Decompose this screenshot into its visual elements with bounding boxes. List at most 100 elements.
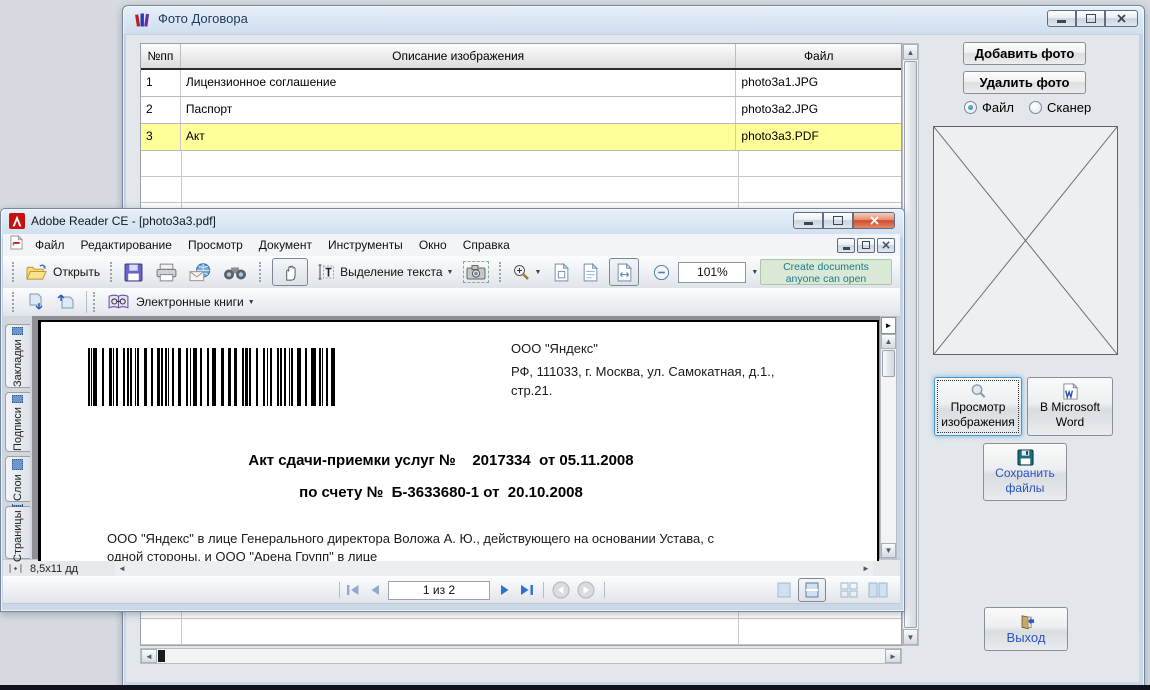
toolbar-grip[interactable] [12, 292, 17, 312]
create-documents-promo[interactable]: Create documents anyone can open [760, 259, 892, 285]
adobe-toolbar-main: Открыть [3, 256, 900, 289]
zoom-level-combo[interactable]: 101% [678, 262, 746, 283]
col-header-num[interactable]: №пп [141, 44, 181, 68]
facing-layout-button[interactable] [868, 582, 888, 598]
fit-page-button[interactable] [582, 263, 599, 282]
page-position-field[interactable]: 1 из 2 [388, 581, 490, 600]
previous-page-button[interactable] [369, 584, 380, 596]
adobe-close-button[interactable] [853, 212, 895, 229]
text-select-tool[interactable]: Выделение текста ▼ [317, 263, 453, 281]
splitter-icon[interactable] [9, 563, 22, 574]
menu-tools[interactable]: Инструменты [320, 235, 411, 255]
menu-view[interactable]: Просмотр [180, 235, 251, 255]
hand-tool-button[interactable] [272, 258, 308, 286]
last-page-button[interactable] [520, 584, 534, 596]
chevron-down-icon[interactable]: ▼ [751, 269, 758, 276]
menu-window[interactable]: Окно [411, 235, 455, 255]
email-button[interactable] [189, 263, 212, 282]
previous-view-button[interactable] [27, 293, 47, 311]
tab-pages[interactable]: Страницы [5, 506, 30, 559]
print-button[interactable] [155, 263, 178, 282]
scrollbar-thumb[interactable] [904, 61, 917, 628]
tab-signatures[interactable]: Подписи [5, 392, 30, 452]
toolbar-grip[interactable] [259, 262, 264, 282]
next-view-circle-button[interactable] [577, 581, 595, 599]
col-header-file[interactable]: Файл [736, 44, 901, 68]
zoom-out-button[interactable] [653, 264, 670, 281]
continuous-facing-layout-button[interactable] [840, 582, 858, 598]
radio-file[interactable] [964, 101, 977, 114]
next-view-button[interactable] [56, 293, 76, 311]
continuous-layout-button[interactable] [798, 578, 826, 602]
toolbar-separator [604, 582, 605, 598]
snapshot-tool-button[interactable] [463, 261, 489, 283]
scroll-right-button[interactable]: ► [885, 649, 901, 663]
scrollbar-thumb[interactable] [158, 650, 165, 662]
menu-file[interactable]: Файл [27, 235, 73, 255]
table-header: №пп Описание изображения Файл [141, 44, 901, 70]
tab-bookmarks[interactable]: Закладки [5, 324, 30, 388]
toolbar-grip[interactable] [93, 292, 98, 312]
previous-view-circle-button[interactable] [552, 581, 570, 599]
single-page-layout-button[interactable] [776, 582, 792, 598]
delete-photo-button[interactable]: Удалить фото [963, 71, 1086, 94]
add-photo-button[interactable]: Добавить фото [963, 42, 1086, 65]
save-copy-button[interactable] [124, 263, 143, 282]
radio-file-label[interactable]: Файл [982, 100, 1014, 115]
search-button[interactable] [223, 264, 247, 281]
open-button[interactable]: Открыть [25, 263, 100, 282]
radio-scanner[interactable] [1029, 101, 1042, 114]
exit-door-icon [1018, 614, 1035, 630]
fit-width-button[interactable] [609, 258, 639, 286]
actual-size-button[interactable] [553, 263, 570, 282]
scroll-up-button[interactable]: ▲ [903, 44, 918, 60]
toolbar-grip[interactable] [499, 262, 504, 282]
chevron-down-icon: ▼ [534, 269, 541, 276]
mdi-close-button[interactable] [877, 238, 895, 253]
scroll-right-button[interactable]: ► [859, 561, 873, 575]
cell-num: 2 [141, 97, 181, 123]
table-row-selected[interactable]: 3 Акт photo3a3.PDF [141, 124, 901, 151]
first-page-button[interactable] [346, 584, 360, 596]
col-header-desc[interactable]: Описание изображения [181, 44, 737, 68]
mdi-minimize-button[interactable] [837, 238, 855, 253]
binoculars-icon [223, 264, 247, 281]
maximize-button[interactable] [1076, 10, 1105, 27]
menu-edit[interactable]: Редактирование [73, 235, 180, 255]
table-row[interactable]: 2 Паспорт photo3a2.JPG [141, 97, 901, 124]
mdi-restore-button[interactable] [857, 238, 875, 253]
open-label: Открыть [53, 265, 100, 279]
scroll-down-button[interactable]: ▼ [881, 543, 896, 558]
adobe-maximize-button[interactable] [823, 212, 853, 229]
toolbar-grip[interactable] [12, 262, 17, 282]
menu-document[interactable]: Документ [251, 235, 320, 255]
toolbar-grip[interactable] [110, 262, 115, 282]
next-page-button[interactable] [500, 584, 511, 596]
scroll-down-button[interactable]: ▼ [903, 629, 918, 645]
toolbar-separator [86, 291, 87, 313]
tab-layers[interactable]: Слои [5, 456, 30, 502]
scroll-left-button[interactable]: ◄ [115, 561, 129, 575]
last-page-icon [520, 584, 534, 596]
maximize-icon [1086, 14, 1096, 23]
adobe-minimize-button[interactable] [793, 212, 823, 229]
zoom-tool-button[interactable]: ▼ [512, 263, 541, 281]
panel-toggle-button[interactable]: ► [881, 317, 896, 334]
scrollbar-thumb[interactable] [882, 350, 895, 377]
pdf-horizontal-scrollbar[interactable]: ◄ ► [115, 561, 873, 576]
view-image-button[interactable]: Просмотр изображения [934, 377, 1022, 436]
to-word-button[interactable]: В Microsoft Word [1027, 377, 1113, 436]
table-row[interactable]: 1 Лицензионное соглашение photo3a1.JPG [141, 70, 901, 97]
maximize-icon [833, 216, 843, 225]
exit-button[interactable]: Выход [984, 607, 1068, 651]
minimize-button[interactable] [1047, 10, 1076, 27]
radio-scanner-label[interactable]: Сканер [1047, 100, 1091, 115]
scroll-up-button[interactable]: ▲ [881, 334, 896, 349]
menu-help[interactable]: Справка [455, 235, 518, 255]
table-horizontal-scrollbar[interactable]: ◄ ► [140, 648, 902, 664]
scroll-left-button[interactable]: ◄ [141, 649, 157, 663]
pdf-vertical-scrollbar[interactable]: ► ▲ ▼ [880, 316, 897, 559]
ebooks-button[interactable]: Электронные книги ▼ [107, 293, 255, 312]
save-files-button[interactable]: Сохранить файлы [983, 443, 1067, 501]
close-button[interactable] [1105, 10, 1138, 27]
